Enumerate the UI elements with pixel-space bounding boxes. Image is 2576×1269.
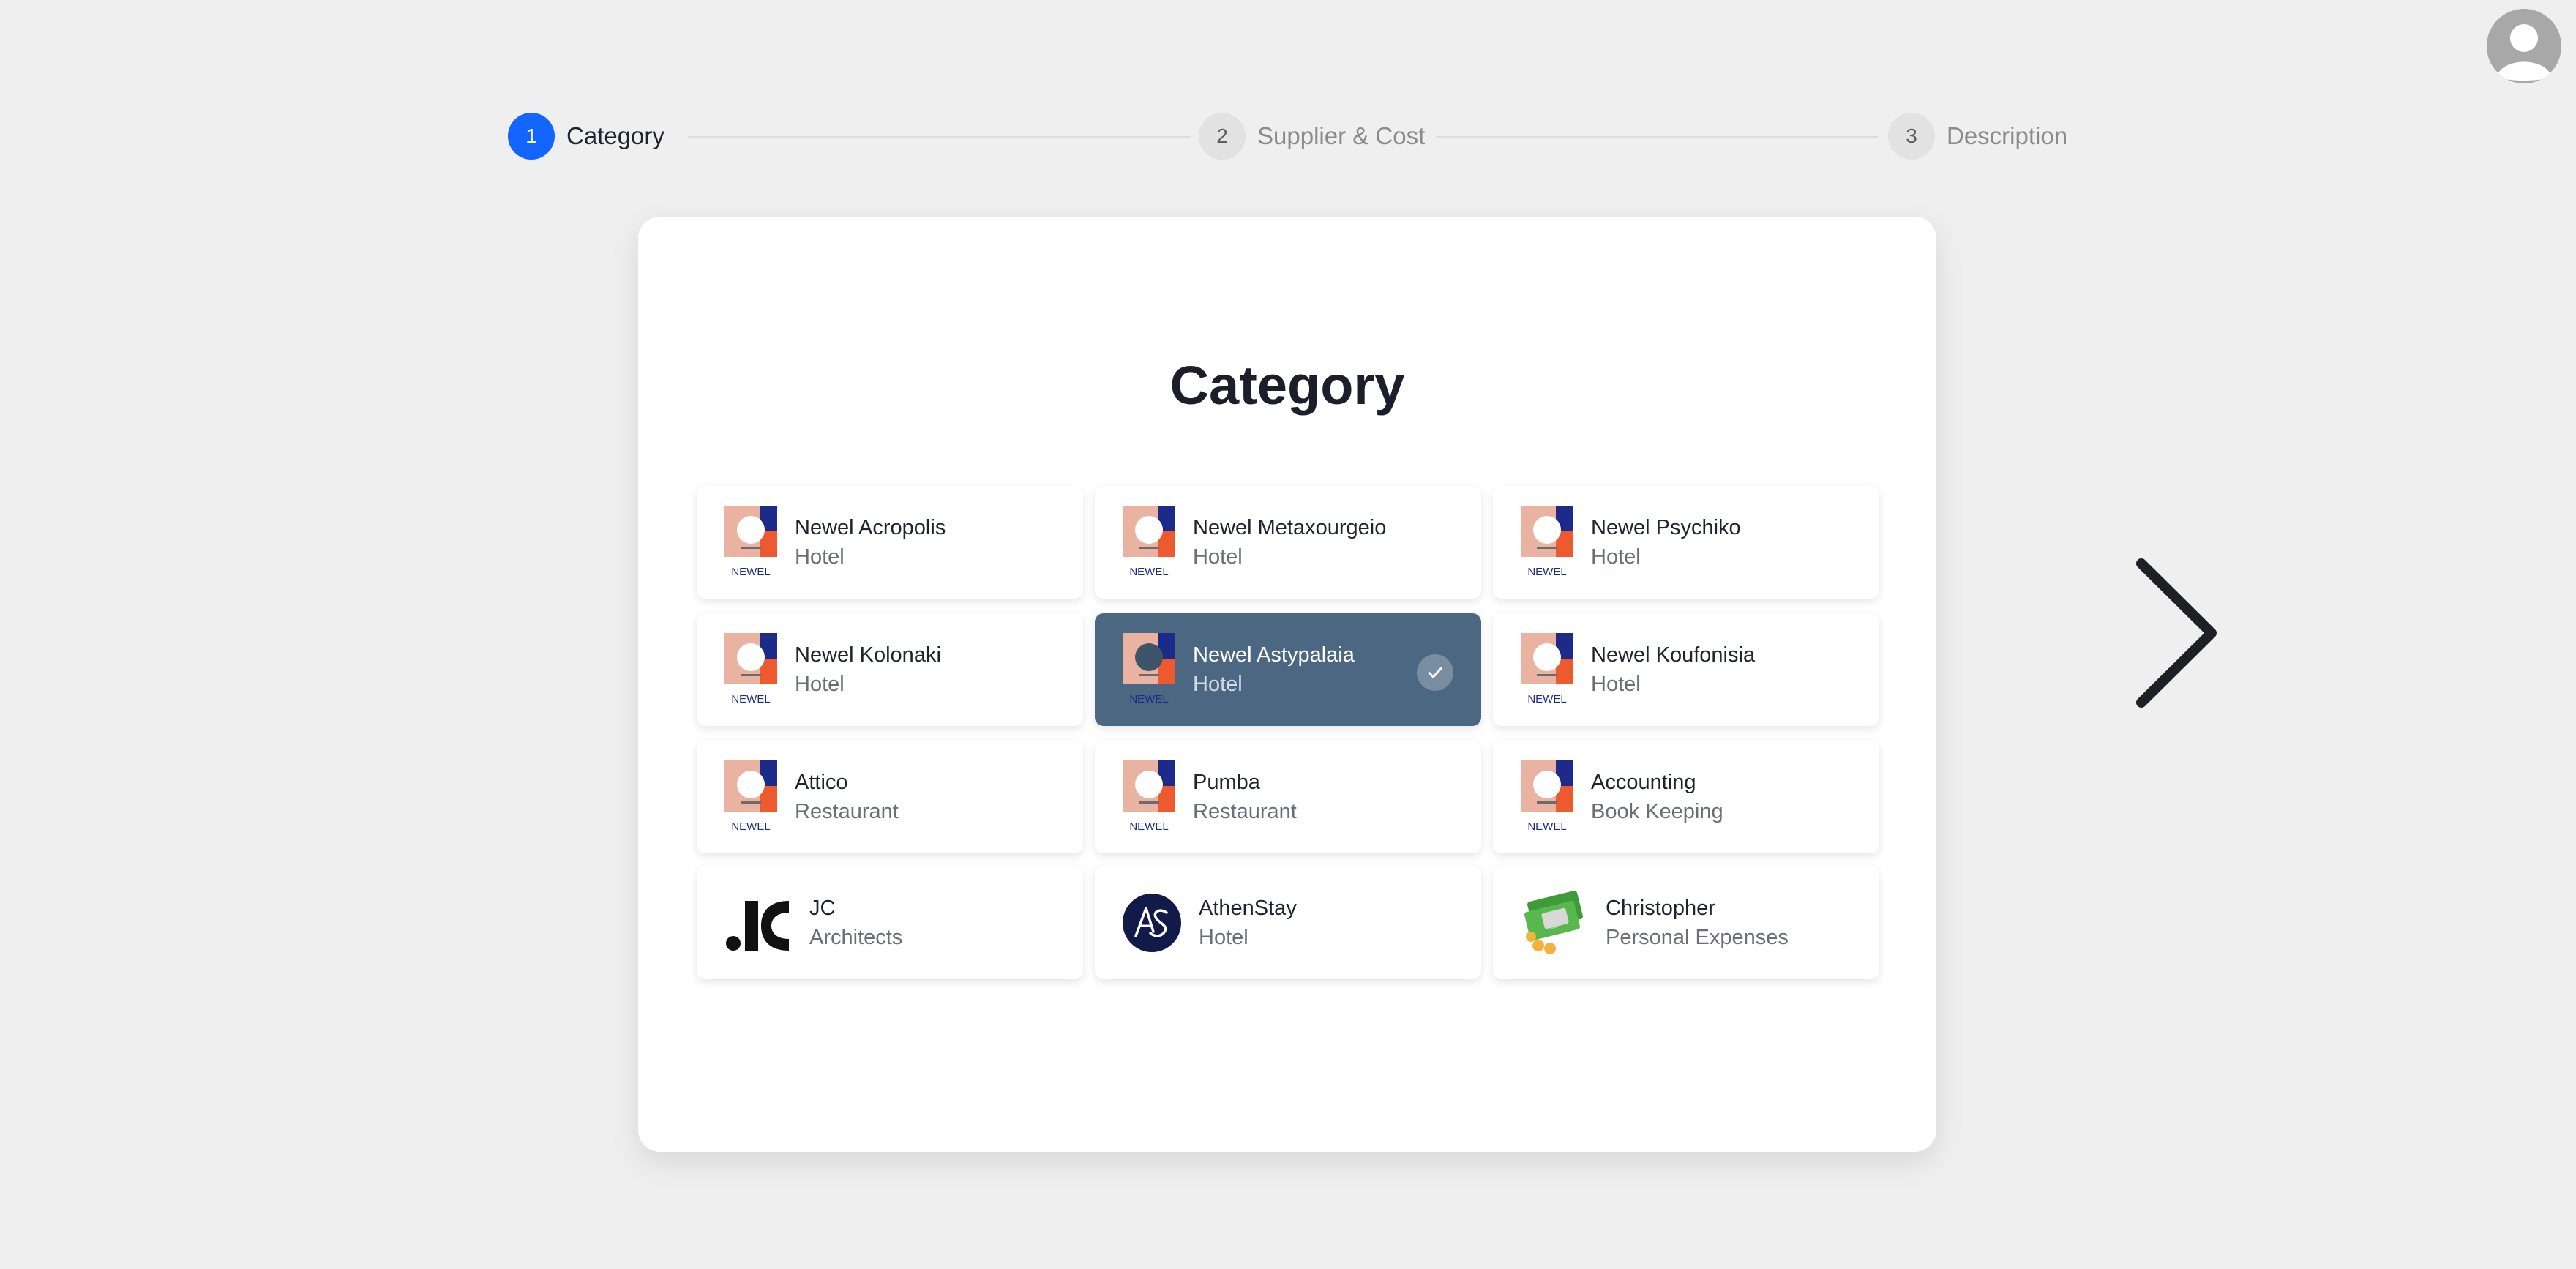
category-tile[interactable]: NEWEL Pumba Restaurant [1095, 741, 1481, 853]
tile-subtitle: Hotel [1591, 545, 1641, 569]
page-title: Category [1169, 355, 1405, 416]
tile-name: Newel Metaxourgeio [1193, 516, 1387, 539]
category-tile-selected[interactable]: NEWEL Newel Astypalaia Hotel [1095, 613, 1481, 726]
tile-subtitle: Hotel [1193, 673, 1243, 696]
svg-text:NEWEL: NEWEL [731, 820, 770, 833]
newel-logo: NEWEL [1521, 506, 1573, 579]
step-number: 2 [1199, 113, 1246, 160]
tile-name: Christopher [1606, 896, 1715, 920]
tile-name: Newel Psychiko [1591, 516, 1741, 539]
tile-name: Newel Acropolis [795, 516, 946, 539]
tile-name: Pumba [1193, 771, 1260, 794]
step-label: Supplier & Cost [1257, 122, 1426, 149]
money-icon [1521, 890, 1588, 956]
tile-subtitle: Hotel [1591, 673, 1641, 696]
tile-subtitle: Restaurant [795, 800, 899, 823]
athenstay-logo [1123, 894, 1181, 952]
newel-logo: NEWEL [724, 506, 777, 579]
newel-logo: NEWEL [1123, 760, 1175, 834]
svg-text:NEWEL: NEWEL [1129, 820, 1168, 833]
chevron-right-icon [2136, 558, 2217, 708]
step-supplier-cost[interactable]: 2 Supplier & Cost [1199, 113, 1425, 160]
tile-name: Attico [795, 771, 848, 794]
svg-text:NEWEL: NEWEL [1129, 566, 1168, 578]
tile-name: Newel Astypalaia [1193, 643, 1355, 667]
tile-subtitle: Hotel [1199, 926, 1248, 949]
category-tile[interactable]: Christopher Personal Expenses [1493, 866, 1879, 979]
svg-text:NEWEL: NEWEL [1129, 693, 1168, 705]
step-connector [1436, 136, 1878, 138]
newel-logo: NEWEL [724, 760, 777, 834]
next-button[interactable] [2131, 556, 2219, 710]
step-label: Category [566, 122, 664, 149]
user-avatar[interactable] [2487, 9, 2561, 83]
svg-text:NEWEL: NEWEL [1527, 566, 1566, 578]
step-connector [688, 136, 1191, 138]
svg-text:NEWEL: NEWEL [731, 693, 770, 705]
step-number: 3 [1888, 113, 1935, 160]
tile-subtitle: Hotel [795, 673, 845, 696]
category-tile[interactable]: NEWEL Newel Metaxourgeio Hotel [1095, 486, 1481, 599]
tile-name: Newel Koufonisia [1591, 643, 1756, 667]
step-description[interactable]: 3 Description [1888, 113, 2067, 160]
svg-text:NEWEL: NEWEL [731, 566, 770, 578]
tile-name: JC [809, 896, 836, 920]
category-tile[interactable]: NEWEL Accounting Book Keeping [1493, 741, 1879, 853]
tile-name: Newel Kolonaki [795, 643, 941, 667]
category-card: Category NEWEL Newel Acropolis Hotel NEW… [638, 217, 1936, 1152]
stepper: 1 Category 2 Supplier & Cost 3 Descripti… [508, 113, 2068, 160]
newel-logo: NEWEL [1123, 506, 1175, 579]
tile-subtitle: Hotel [1193, 545, 1243, 569]
tile-subtitle: Architects [809, 926, 903, 949]
category-tile[interactable]: NEWEL Attico Restaurant [697, 741, 1083, 853]
tile-subtitle: Restaurant [1193, 800, 1297, 823]
category-tile[interactable]: NEWEL Newel Psychiko Hotel [1493, 486, 1879, 599]
user-avatar-icon [2487, 9, 2561, 83]
svg-text:NEWEL: NEWEL [1527, 820, 1566, 833]
newel-logo: NEWEL [1521, 760, 1573, 834]
step-label: Description [1947, 122, 2068, 149]
tile-subtitle: Hotel [795, 545, 845, 569]
check-icon [1417, 654, 1453, 691]
tile-subtitle: Personal Expenses [1606, 926, 1789, 949]
newel-logo: NEWEL [1521, 633, 1573, 706]
tile-name: AthenStay [1199, 896, 1297, 920]
category-tile[interactable]: AthenStay Hotel [1095, 866, 1481, 979]
category-tile[interactable]: NEWEL Newel Koufonisia Hotel [1493, 613, 1879, 726]
category-tile[interactable]: JC Architects [697, 866, 1083, 979]
jc-logo [724, 886, 792, 959]
newel-logo: NEWEL [724, 633, 777, 706]
newel-logo: NEWEL [1123, 633, 1175, 706]
step-category[interactable]: 1 Category [508, 113, 664, 160]
category-tile[interactable]: NEWEL Newel Kolonaki Hotel [697, 613, 1083, 726]
step-number: 1 [508, 113, 555, 160]
svg-text:NEWEL: NEWEL [1527, 693, 1566, 705]
category-tile[interactable]: NEWEL Newel Acropolis Hotel [697, 486, 1083, 599]
tile-subtitle: Book Keeping [1591, 800, 1723, 823]
tile-name: Accounting [1591, 771, 1696, 794]
